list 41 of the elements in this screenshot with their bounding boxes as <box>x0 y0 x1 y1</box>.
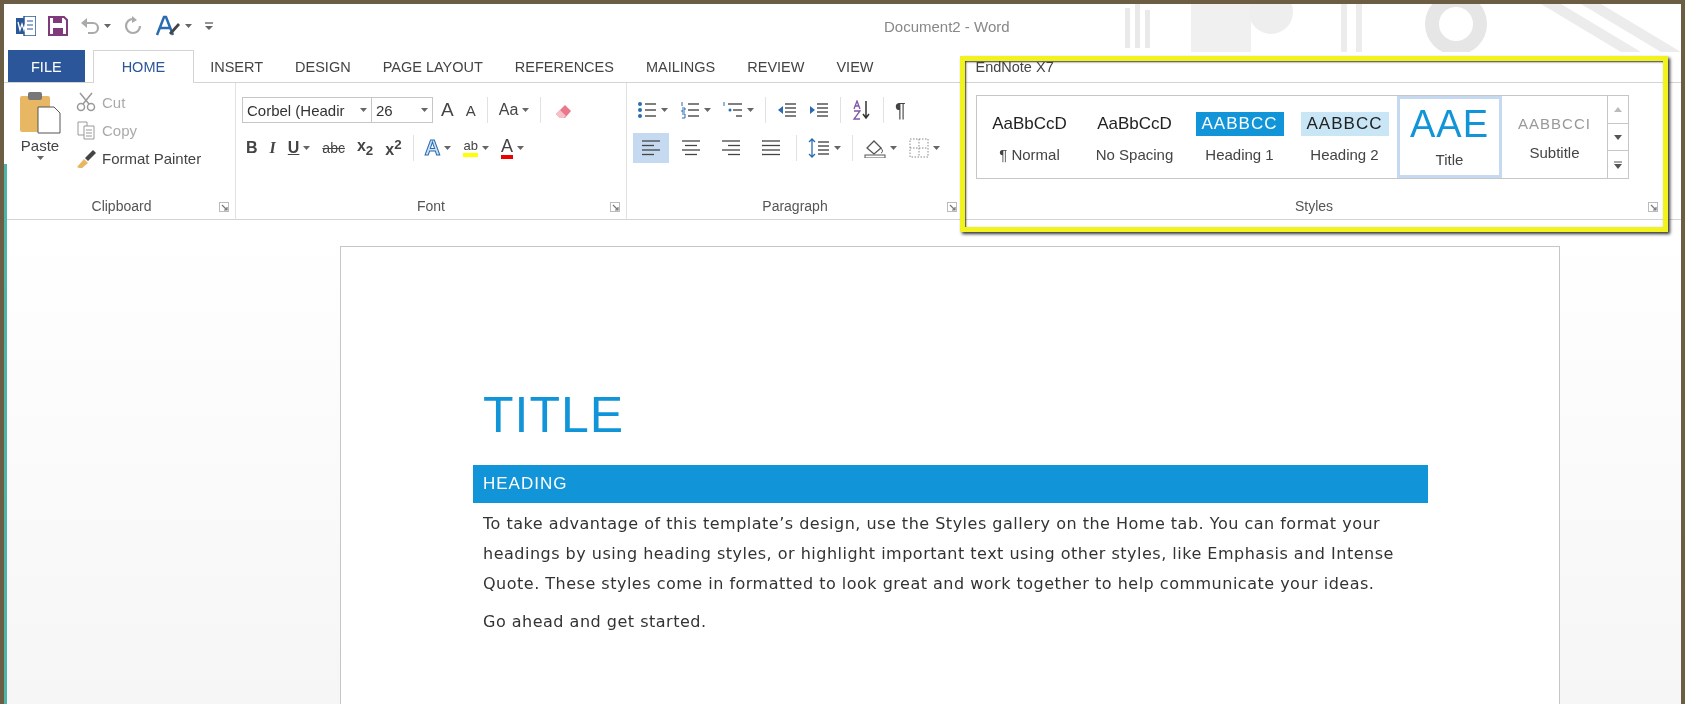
ribbon-tab[interactable]: MAILINGS <box>629 50 732 82</box>
ribbon-tab[interactable]: EndNote X7 <box>959 50 1070 82</box>
group-label: Clipboard <box>91 198 152 214</box>
ribbon-tab[interactable]: PAGE LAYOUT <box>366 50 499 82</box>
highlight-button[interactable]: ab <box>459 136 493 160</box>
style-option[interactable]: AABBCCI Subtitle <box>1502 96 1607 178</box>
shrink-font-button[interactable]: A <box>461 98 480 122</box>
ribbon-tab[interactable]: VIEW <box>820 50 890 82</box>
ribbon-tab[interactable]: INSERT <box>194 50 280 82</box>
document-title: TITLE <box>482 387 626 443</box>
ribbon-tab[interactable]: DESIGN <box>279 50 367 82</box>
paste-button[interactable]: Paste <box>14 89 66 193</box>
change-case-button[interactable]: Aa <box>494 98 534 122</box>
subscript-button[interactable]: x$_{2}$ <box>352 134 378 162</box>
strikethrough-button[interactable]: abc <box>318 137 349 159</box>
font-color-button[interactable]: A <box>496 134 528 162</box>
format-painter-button[interactable]: Format Painter <box>72 145 206 171</box>
ribbon-tab[interactable]: REVIEW <box>731 50 821 82</box>
font-name-field[interactable]: Corbel (Headir <box>242 97 372 123</box>
window-title: Document2 - Word <box>884 18 1010 35</box>
underline-button[interactable]: U <box>283 136 315 160</box>
style-option[interactable]: AaBbCcD ¶ Normal <box>977 96 1082 178</box>
ribbon-tab[interactable]: FILE <box>8 50 85 82</box>
style-option[interactable]: AaBbCcD No Spacing <box>1082 96 1187 178</box>
bold-button[interactable]: B <box>242 136 262 160</box>
style-option[interactable]: AABBCC Heading 2 <box>1292 96 1397 178</box>
style-option[interactable]: AABBCC Heading 1 <box>1187 96 1292 178</box>
body-paragraph: To take advantage of this template’s design, use the Styles gallery on the Home tab. You can format your headings by using heading styles, or highlight important text using other styles, like Emphasis and Intense Quote. These styles come in formatted to look great and work together to help communicate your ideas. <box>482 513 1395 595</box>
grow-font-button[interactable]: A <box>437 96 458 124</box>
body-paragraph: Go ahead and get started. <box>482 611 708 633</box>
ribbon-tab[interactable]: REFERENCES <box>498 50 630 82</box>
document-heading: HEADING <box>473 465 1428 503</box>
italic-button[interactable]: I <box>265 136 280 160</box>
show-formatting-button[interactable]: ¶ <box>891 95 910 125</box>
ribbon-tab[interactable]: HOME <box>92 50 195 83</box>
style-option[interactable]: AAE Title <box>1397 96 1502 178</box>
font-size-field[interactable]: 26 <box>371 97 433 123</box>
superscript-button[interactable]: x$^{2}$ <box>381 133 406 163</box>
group-label: Styles <box>1294 198 1334 214</box>
group-label: Font <box>417 198 445 214</box>
group-label: Paragraph <box>762 198 828 214</box>
